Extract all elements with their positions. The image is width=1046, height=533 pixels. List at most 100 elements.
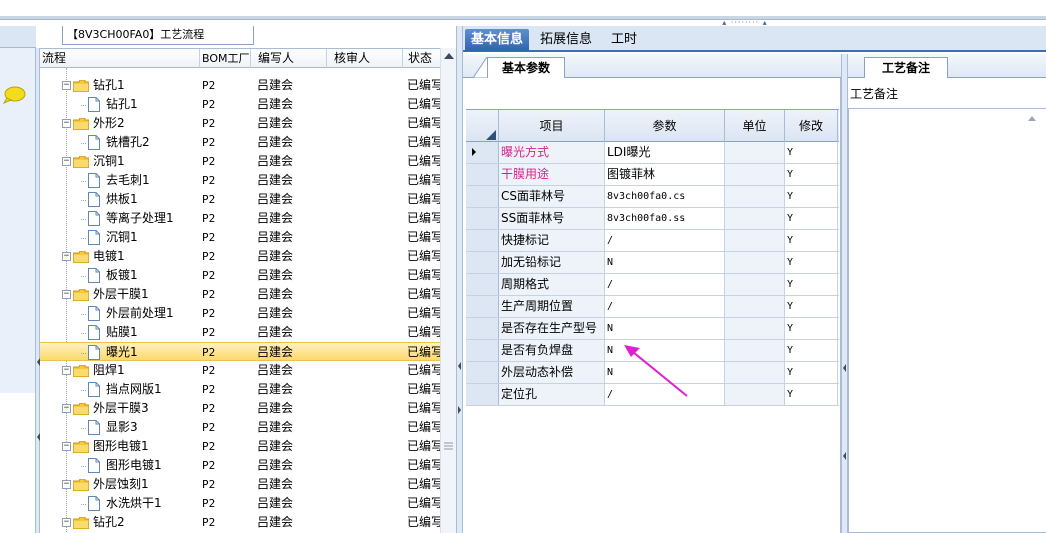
splitter-left-arrow-icon[interactable]	[843, 452, 846, 460]
grid-header-modify[interactable]: 修改	[785, 110, 838, 142]
col-header-writer[interactable]: 编写人	[251, 49, 327, 68]
param-value-cell[interactable]: LDI曝光	[605, 142, 725, 163]
tree-row[interactable]: − 阻焊1 P2 吕建会 已编写	[40, 361, 446, 380]
tree-node[interactable]: − 电镀1	[62, 247, 125, 266]
param-modify-cell[interactable]: Y	[785, 164, 838, 185]
tree-row[interactable]: 铣槽孔2 P2 吕建会 已编写	[40, 133, 446, 152]
row-indicator[interactable]	[466, 384, 499, 405]
tree-node[interactable]: − 外形2	[62, 114, 125, 133]
tree-row[interactable]: − 电镀1 P2 吕建会 已编写	[40, 247, 446, 266]
param-modify-cell[interactable]: Y	[785, 384, 838, 405]
chat-bubble-icon[interactable]	[2, 86, 26, 104]
tree-node[interactable]: 显影3	[80, 418, 138, 437]
tree-node[interactable]: 去毛刺1	[80, 171, 150, 190]
params-row[interactable]: 周期格式 / Y	[466, 274, 839, 296]
param-unit-cell[interactable]	[725, 164, 785, 185]
row-indicator[interactable]	[466, 230, 499, 251]
param-value-cell[interactable]: N	[605, 318, 725, 339]
param-unit-cell[interactable]	[725, 230, 785, 251]
tree-node[interactable]: 挡点网版1	[80, 380, 162, 399]
param-value-cell[interactable]: /	[605, 296, 725, 317]
tree-row[interactable]: 烘板1 P2 吕建会 已编写	[40, 190, 446, 209]
param-value-cell[interactable]: /	[605, 230, 725, 251]
tab-extended-info[interactable]: 拓展信息	[534, 29, 598, 51]
param-modify-cell[interactable]: Y	[785, 296, 838, 317]
param-modify-cell[interactable]: Y	[785, 186, 838, 207]
tree-node[interactable]: − 外层蚀刻1	[62, 475, 149, 494]
tree-node[interactable]: − 外层干膜3	[62, 399, 149, 418]
param-value-cell[interactable]: N	[605, 252, 725, 273]
param-item-cell[interactable]: CS面菲林号	[499, 186, 605, 207]
param-unit-cell[interactable]	[725, 362, 785, 383]
tree-row[interactable]: − 外形2 P2 吕建会 已编写	[40, 114, 446, 133]
params-row[interactable]: SS面菲林号 8v3ch00fa0.ss Y	[466, 208, 839, 230]
param-value-cell[interactable]: 图镀菲林	[605, 164, 725, 185]
tree-node[interactable]: 烘板1	[80, 190, 138, 209]
tree-row[interactable]: − 图形电镀1 P2 吕建会 已编写	[40, 437, 446, 456]
splitter-right-arrow-icon[interactable]	[458, 406, 461, 414]
param-modify-cell[interactable]: Y	[785, 142, 838, 163]
param-item-cell[interactable]: 定位孔	[499, 384, 605, 405]
param-modify-cell[interactable]: Y	[785, 318, 838, 339]
tree-node[interactable]: − 阻焊1	[62, 361, 125, 380]
param-modify-cell[interactable]: Y	[785, 230, 838, 251]
tab-process-remarks[interactable]: 工艺备注	[864, 57, 948, 78]
tree-row[interactable]: − 外层干膜3 P2 吕建会 已编写	[40, 399, 446, 418]
param-modify-cell[interactable]: Y	[785, 340, 838, 361]
tab-basic-params[interactable]: 基本参数	[487, 57, 565, 78]
param-unit-cell[interactable]	[725, 274, 785, 295]
col-header-flow[interactable]: 流程	[40, 49, 200, 68]
param-modify-cell[interactable]: Y	[785, 252, 838, 273]
param-item-cell[interactable]: 快捷标记	[499, 230, 605, 251]
row-indicator[interactable]	[466, 296, 499, 317]
params-row[interactable]: 曝光方式 LDI曝光 Y	[466, 142, 839, 164]
param-value-cell[interactable]: /	[605, 274, 725, 295]
param-modify-cell[interactable]: Y	[785, 274, 838, 295]
tree-row[interactable]: 曝光1 P2 吕建会 已编写	[40, 342, 446, 361]
param-value-cell[interactable]: 8v3ch00fa0.ss	[605, 208, 725, 229]
tree-row[interactable]: 去毛刺1 P2 吕建会 已编写	[40, 171, 446, 190]
expand-collapse-icon[interactable]: −	[62, 404, 71, 413]
tree-row[interactable]: 显影3 P2 吕建会 已编写	[40, 418, 446, 437]
grid-header-item[interactable]: 项目	[499, 110, 605, 142]
tree-row[interactable]: − 沉铜1 P2 吕建会 已编写	[40, 152, 446, 171]
params-row[interactable]: CS面菲林号 8v3ch00fa0.cs Y	[466, 186, 839, 208]
scroll-up-icon[interactable]	[1028, 116, 1036, 121]
expand-collapse-icon[interactable]: −	[62, 81, 71, 90]
expand-collapse-icon[interactable]: −	[62, 480, 71, 489]
scroll-up-icon[interactable]	[444, 53, 454, 59]
params-row[interactable]: 快捷标记 / Y	[466, 230, 839, 252]
scroll-thumb-grip-icon[interactable]	[443, 440, 454, 452]
tree-scrollbar[interactable]	[440, 48, 456, 533]
expand-collapse-icon[interactable]: −	[62, 518, 71, 527]
params-row[interactable]: 加无铅标记 N Y	[466, 252, 839, 274]
expand-collapse-icon[interactable]: −	[62, 442, 71, 451]
row-indicator[interactable]	[466, 142, 499, 163]
param-unit-cell[interactable]	[725, 340, 785, 361]
tree-node[interactable]: 曝光1	[80, 343, 138, 362]
tree-node[interactable]: 沉铜1	[80, 228, 138, 247]
tree-row[interactable]: 板镀1 P2 吕建会 已编写	[40, 266, 446, 285]
middle-splitter[interactable]	[456, 26, 463, 533]
param-item-cell[interactable]: 外层动态补偿	[499, 362, 605, 383]
tree-node[interactable]: − 外层干膜1	[62, 285, 149, 304]
tree-row[interactable]: 水洗烘干1 P2 吕建会 已编写	[40, 494, 446, 513]
tree-row[interactable]: 挡点网版1 P2 吕建会 已编写	[40, 380, 446, 399]
param-unit-cell[interactable]	[725, 384, 785, 405]
param-unit-cell[interactable]	[725, 296, 785, 317]
row-indicator[interactable]	[466, 164, 499, 185]
row-indicator[interactable]	[466, 274, 499, 295]
tree-node[interactable]: − 钻孔1	[62, 76, 125, 95]
tab-work-hours[interactable]: 工时	[605, 29, 643, 51]
param-unit-cell[interactable]	[725, 142, 785, 163]
tree-row[interactable]: 图形电镀1 P2 吕建会 已编写	[40, 456, 446, 475]
tree-node[interactable]: 贴膜1	[80, 323, 138, 342]
param-item-cell[interactable]: SS面菲林号	[499, 208, 605, 229]
param-unit-cell[interactable]	[725, 186, 785, 207]
grid-header-unit[interactable]: 单位	[725, 110, 785, 142]
param-item-cell[interactable]: 是否有负焊盘	[499, 340, 605, 361]
tree-node[interactable]: 铣槽孔2	[80, 133, 150, 152]
row-indicator[interactable]	[466, 208, 499, 229]
expand-collapse-icon[interactable]: −	[62, 366, 71, 375]
tree-node[interactable]: 水洗烘干1	[80, 494, 162, 513]
